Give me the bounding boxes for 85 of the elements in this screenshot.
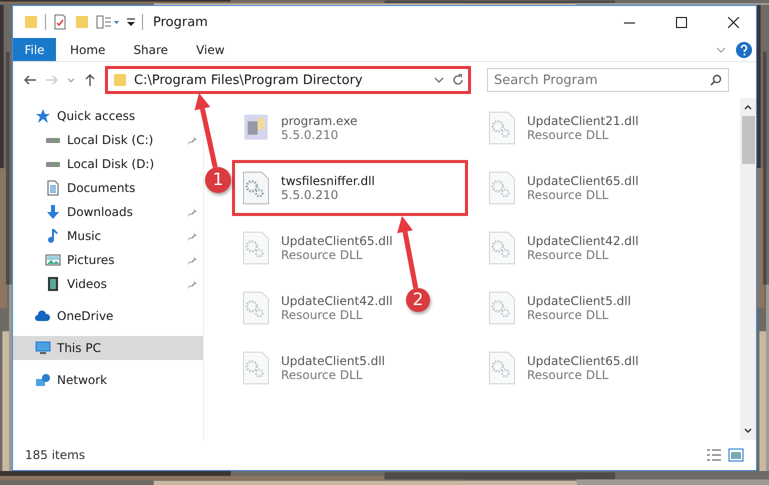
maximize-button[interactable]	[676, 16, 687, 28]
nav-item[interactable]: Quick access	[13, 104, 140, 128]
search-field[interactable]: Search Program	[487, 68, 729, 92]
expand-ribbon-icon[interactable]	[716, 44, 726, 54]
file-item[interactable]: UpdateClient5.dll Resource DLL	[478, 280, 642, 336]
drive-icon	[45, 136, 61, 144]
details-view-icon[interactable]	[706, 448, 722, 462]
file-detail: Resource DLL	[527, 368, 610, 382]
file-detail: Resource DLL	[527, 248, 610, 262]
scroll-up-icon[interactable]	[744, 103, 752, 111]
search-icon	[710, 74, 722, 86]
network-icon	[35, 374, 51, 386]
file-detail: Resource DLL	[527, 128, 610, 142]
music-note-icon	[45, 228, 61, 244]
scroll-down-icon[interactable]	[744, 427, 752, 435]
file-name: UpdateClient65.dll	[527, 174, 639, 188]
file-item[interactable]: UpdateClient21.dll Resource DLL	[478, 100, 650, 156]
nav-item[interactable]: Downloads	[13, 200, 137, 224]
view-menu-icon[interactable]	[96, 14, 120, 30]
file-detail: Resource DLL	[527, 188, 610, 202]
properties-icon[interactable]	[52, 14, 68, 30]
file-name: program.exe	[281, 114, 358, 128]
file-detail: Resource DLL	[281, 368, 364, 382]
star-icon	[35, 108, 51, 124]
file-detail: 5.5.0.210	[281, 128, 340, 142]
gear-file-icon	[487, 351, 517, 385]
ribbon-tab[interactable]: Home	[56, 38, 120, 61]
file-detail: Resource DLL	[281, 248, 364, 262]
folder-icon	[112, 72, 128, 88]
file-name: UpdateClient5.dll	[527, 294, 631, 308]
nav-item[interactable]: Local Disk (C:)	[13, 128, 158, 152]
file-item[interactable]: UpdateClient42.dll Resource DLL	[232, 280, 404, 336]
gear-file-icon	[487, 291, 517, 325]
gear-file-icon	[487, 111, 517, 145]
file-item[interactable]: twsfilesniffer.dll 5.5.0.210	[232, 160, 468, 216]
file-item[interactable]: UpdateClient5.dll Resource DLL	[232, 340, 396, 396]
document-icon	[45, 180, 61, 196]
file-detail: Resource DLL	[527, 308, 610, 322]
window-title: Program	[153, 14, 209, 30]
address-bar[interactable]: C:\Program Files\Program Directory	[105, 66, 471, 94]
file-tab[interactable]: File	[13, 38, 56, 61]
file-name: UpdateClient42.dll	[281, 294, 393, 308]
nav-item[interactable]: Music	[13, 224, 106, 248]
ribbon-tab[interactable]: Share	[119, 38, 182, 61]
gear-file-icon	[241, 291, 271, 325]
help-icon[interactable]	[736, 42, 752, 58]
file-name: UpdateClient42.dll	[527, 234, 639, 248]
file-name: UpdateClient65.dll	[527, 354, 639, 368]
item-count: 185 items	[25, 448, 86, 462]
ribbon-tab[interactable]: View	[182, 38, 239, 61]
close-button[interactable]	[728, 16, 739, 28]
nav-item[interactable]: OneDrive	[13, 304, 118, 328]
file-item[interactable]: UpdateClient65.dll Resource DLL	[232, 220, 404, 276]
gear-file-icon	[487, 171, 517, 205]
file-name: UpdateClient5.dll	[281, 354, 385, 368]
nav-item[interactable]: Documents	[13, 176, 140, 200]
file-detail: 5.5.0.210	[281, 188, 340, 202]
address-path: C:\Program Files\Program Directory	[134, 72, 364, 88]
nav-item[interactable]: Videos	[13, 272, 111, 296]
nav-item[interactable]: Pictures	[13, 248, 119, 272]
download-icon	[45, 204, 61, 220]
back-arrow-icon[interactable]	[23, 73, 37, 87]
file-name: twsfilesniffer.dll	[281, 174, 375, 188]
monitor-icon	[35, 341, 51, 355]
gear-file-icon	[241, 231, 271, 265]
nav-item[interactable]: Network	[13, 368, 112, 392]
gear-file-icon	[241, 171, 271, 205]
file-item[interactable]: UpdateClient42.dll Resource DLL	[478, 220, 650, 276]
nav-item[interactable]: This PC	[13, 336, 203, 360]
gear-file-icon	[487, 231, 517, 265]
gear-file-icon	[241, 351, 271, 385]
file-item[interactable]: UpdateClient65.dll Resource DLL	[478, 160, 650, 216]
file-name: UpdateClient21.dll	[527, 114, 639, 128]
cloud-icon	[35, 310, 51, 322]
file-item[interactable]: UpdateClient65.dll Resource DLL	[478, 340, 650, 396]
film-icon	[45, 276, 61, 292]
large-icons-view-icon[interactable]	[728, 448, 744, 462]
file-name: UpdateClient65.dll	[281, 234, 393, 248]
drive-icon	[45, 160, 61, 168]
file-item[interactable]: program.exe 5.5.0.210	[232, 100, 368, 156]
nav-item[interactable]: Local Disk (D:)	[13, 152, 158, 176]
up-arrow-icon[interactable]	[83, 73, 97, 87]
file-detail: Resource DLL	[281, 308, 364, 322]
scrollbar-thumb[interactable]	[742, 116, 754, 164]
pictures-icon	[45, 254, 61, 266]
